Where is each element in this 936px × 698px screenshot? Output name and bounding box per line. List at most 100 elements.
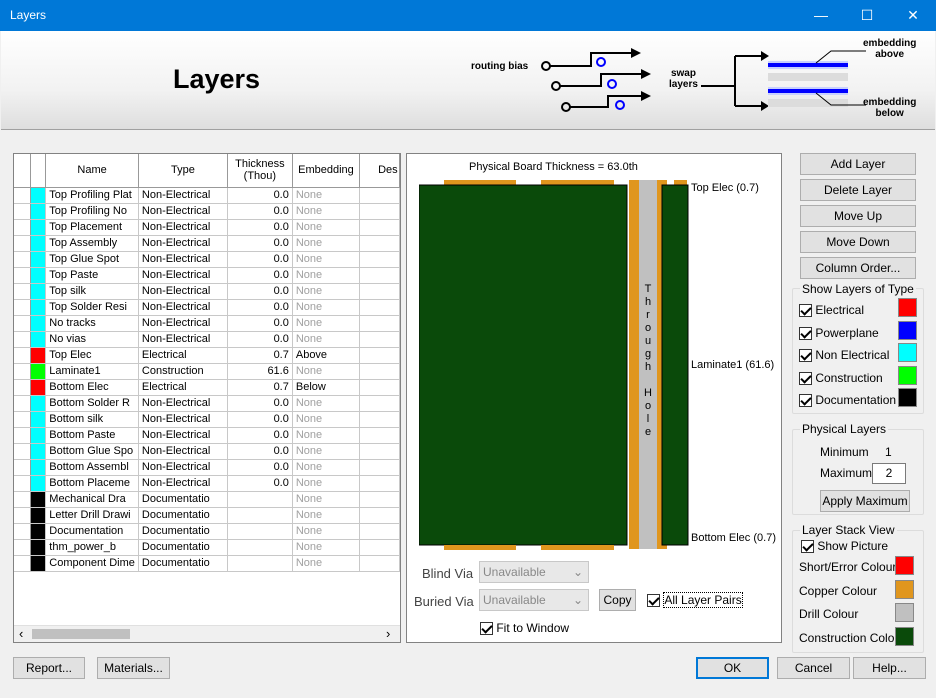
table-row[interactable]: Bottom silk Non-Electrical 0.0 None: [14, 411, 400, 428]
layer-color-swatch[interactable]: [30, 523, 47, 540]
checkbox-checked-icon[interactable]: [801, 540, 814, 554]
layer-type-cell[interactable]: Non-Electrical: [138, 315, 228, 332]
table-row[interactable]: Top Paste Non-Electrical 0.0 None: [14, 267, 400, 284]
column-header-type[interactable]: Type: [138, 154, 228, 188]
table-row[interactable]: Top silk Non-Electrical 0.0 None: [14, 283, 400, 300]
table-row[interactable]: Laminate1 Construction 61.6 None: [14, 363, 400, 380]
layer-thickness-cell[interactable]: 0.7: [227, 347, 293, 364]
row-header[interactable]: [14, 523, 32, 540]
layer-type-cell[interactable]: Non-Electrical: [138, 235, 228, 252]
all-layer-pairs-checkbox[interactable]: All Layer Pairs: [647, 592, 743, 608]
table-row[interactable]: thm_power_b Documentatio None: [14, 539, 400, 556]
checkbox-checked-icon[interactable]: [799, 304, 812, 318]
horizontal-scrollbar[interactable]: ‹ ›: [14, 625, 400, 642]
layer-type-cell[interactable]: Non-Electrical: [138, 187, 228, 204]
layer-embedding-cell[interactable]: None: [292, 443, 361, 460]
layer-thickness-cell[interactable]: 0.0: [227, 395, 293, 412]
layer-thickness-cell[interactable]: 0.0: [227, 203, 293, 220]
layer-name-cell[interactable]: No vias: [45, 331, 139, 348]
layer-color-swatch[interactable]: [30, 475, 47, 492]
layer-name-cell[interactable]: Bottom Elec: [45, 379, 139, 396]
table-row[interactable]: Letter Drill Drawi Documentatio None: [14, 507, 400, 524]
show-type-checkbox[interactable]: Documentation: [799, 393, 896, 408]
copy-button[interactable]: Copy: [599, 589, 636, 611]
row-header[interactable]: [14, 203, 32, 220]
layer-color-swatch[interactable]: [30, 427, 47, 444]
layer-type-cell[interactable]: Non-Electrical: [138, 251, 228, 268]
layer-embedding-cell[interactable]: None: [292, 219, 361, 236]
layer-color-swatch[interactable]: [30, 251, 47, 268]
delete-layer-button[interactable]: Delete Layer: [800, 179, 916, 201]
minimize-button[interactable]: —: [798, 0, 844, 31]
layer-name-cell[interactable]: Top Profiling No: [45, 203, 139, 220]
layer-color-swatch[interactable]: [30, 379, 47, 396]
layer-name-cell[interactable]: Top Elec: [45, 347, 139, 364]
row-header[interactable]: [14, 411, 32, 428]
layer-description-cell[interactable]: [359, 395, 400, 412]
layer-type-cell[interactable]: Non-Electrical: [138, 443, 228, 460]
layer-type-cell[interactable]: Non-Electrical: [138, 331, 228, 348]
scroll-left-icon[interactable]: ‹: [19, 626, 23, 641]
layer-description-cell[interactable]: [359, 379, 400, 396]
layer-thickness-cell[interactable]: 0.0: [227, 411, 293, 428]
table-row[interactable]: Top Placement Non-Electrical 0.0 None: [14, 219, 400, 236]
table-row[interactable]: Bottom Assembl Non-Electrical 0.0 None: [14, 459, 400, 476]
layer-embedding-cell[interactable]: Above: [292, 347, 361, 364]
layer-embedding-cell[interactable]: None: [292, 395, 361, 412]
type-color-swatch[interactable]: [898, 388, 917, 407]
layer-embedding-cell[interactable]: None: [292, 507, 361, 524]
row-header[interactable]: [14, 187, 32, 204]
row-header[interactable]: [14, 459, 32, 476]
layer-type-cell[interactable]: Non-Electrical: [138, 475, 228, 492]
checkbox-checked-icon[interactable]: [647, 594, 660, 608]
layer-type-cell[interactable]: Construction: [138, 363, 228, 380]
layer-embedding-cell[interactable]: None: [292, 187, 361, 204]
layer-color-swatch[interactable]: [30, 299, 47, 316]
layer-color-swatch[interactable]: [30, 491, 47, 508]
layer-type-cell[interactable]: Documentatio: [138, 507, 228, 524]
type-color-swatch[interactable]: [898, 298, 917, 317]
layer-embedding-cell[interactable]: None: [292, 203, 361, 220]
show-type-checkbox[interactable]: Non Electrical: [799, 348, 889, 363]
row-header[interactable]: [14, 235, 32, 252]
layer-name-cell[interactable]: Top Assembly: [45, 235, 139, 252]
layer-name-cell[interactable]: Top Glue Spot: [45, 251, 139, 268]
layer-type-cell[interactable]: Non-Electrical: [138, 459, 228, 476]
layer-type-cell[interactable]: Non-Electrical: [138, 299, 228, 316]
layer-thickness-cell[interactable]: 0.0: [227, 331, 293, 348]
layer-embedding-cell[interactable]: None: [292, 283, 361, 300]
type-color-swatch[interactable]: [898, 365, 917, 385]
layer-embedding-cell[interactable]: None: [292, 331, 361, 348]
layer-thickness-cell[interactable]: 0.0: [227, 267, 293, 284]
row-header[interactable]: [14, 283, 32, 300]
layer-name-cell[interactable]: Mechanical Dra: [45, 491, 139, 508]
layer-color-swatch[interactable]: [30, 539, 47, 556]
checkbox-checked-icon[interactable]: [480, 622, 493, 636]
layer-thickness-cell[interactable]: 0.0: [227, 219, 293, 236]
layer-embedding-cell[interactable]: None: [292, 267, 361, 284]
stack-colour-swatch[interactable]: [895, 626, 914, 646]
row-header[interactable]: [14, 475, 32, 492]
layer-description-cell[interactable]: [359, 299, 400, 316]
layer-description-cell[interactable]: [359, 315, 400, 332]
layer-embedding-cell[interactable]: None: [292, 251, 361, 268]
layer-type-cell[interactable]: Electrical: [138, 347, 228, 364]
layer-color-swatch[interactable]: [30, 459, 47, 476]
layer-color-swatch[interactable]: [30, 283, 47, 300]
layer-description-cell[interactable]: [359, 331, 400, 348]
row-header[interactable]: [14, 331, 32, 348]
layer-name-cell[interactable]: Laminate1: [45, 363, 139, 380]
layer-embedding-cell[interactable]: None: [292, 475, 361, 492]
layer-embedding-cell[interactable]: Below: [292, 379, 361, 396]
layer-name-cell[interactable]: Bottom Placeme: [45, 475, 139, 492]
layer-name-cell[interactable]: Top silk: [45, 283, 139, 300]
layer-embedding-cell[interactable]: None: [292, 491, 361, 508]
layer-thickness-cell[interactable]: 0.0: [227, 427, 293, 444]
table-row[interactable]: Bottom Elec Electrical 0.7 Below: [14, 379, 400, 396]
layer-embedding-cell[interactable]: None: [292, 555, 361, 572]
layer-description-cell[interactable]: [359, 443, 400, 460]
layer-description-cell[interactable]: [359, 187, 400, 204]
table-row[interactable]: Bottom Placeme Non-Electrical 0.0 None: [14, 475, 400, 492]
layer-name-cell[interactable]: Bottom Assembl: [45, 459, 139, 476]
layer-description-cell[interactable]: [359, 235, 400, 252]
